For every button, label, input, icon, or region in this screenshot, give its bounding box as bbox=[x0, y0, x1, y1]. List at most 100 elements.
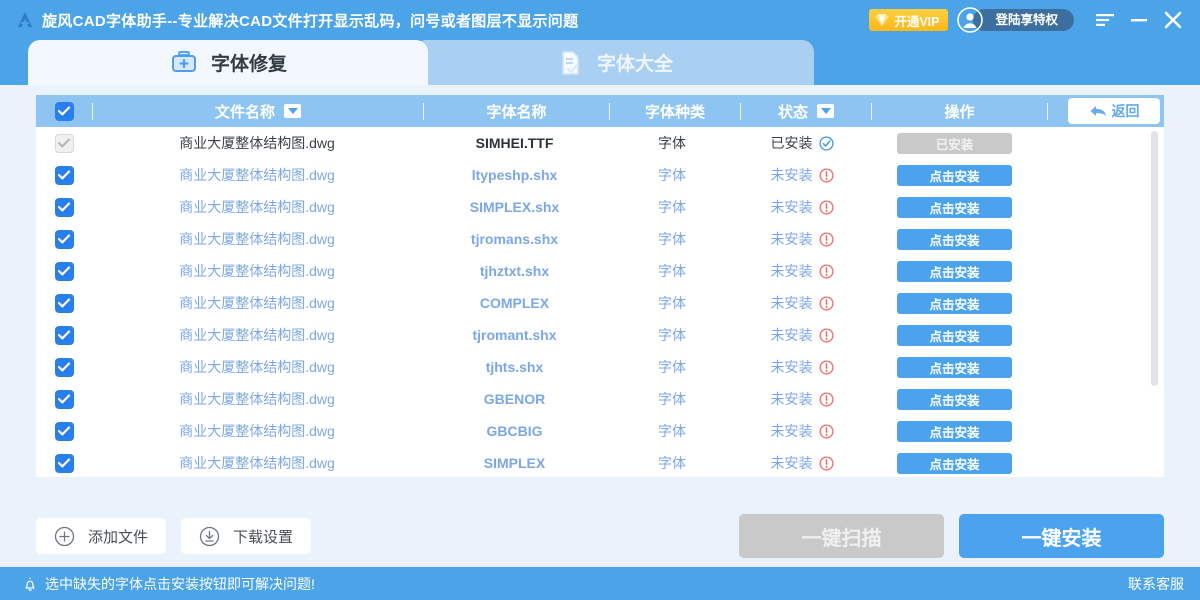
table-row[interactable]: 商业大厦整体结构图.dwg tjromans.shx 字体 未安装 点击安装 bbox=[36, 223, 1164, 255]
tab-bar: 字体修复 字体大全 bbox=[0, 40, 1200, 85]
row-checkbox[interactable] bbox=[54, 229, 74, 249]
column-header-font[interactable]: 字体名称 bbox=[424, 95, 609, 127]
table-row[interactable]: 商业大厦整体结构图.dwg tjhztxt.shx 字体 未安装 点击安装 bbox=[36, 255, 1164, 287]
select-all-checkbox[interactable] bbox=[54, 101, 74, 121]
row-install-button[interactable]: 点击安装 bbox=[897, 388, 1012, 410]
column-header-kind-label: 字体种类 bbox=[644, 103, 705, 121]
table-row[interactable]: 商业大厦整体结构图.dwg tjhts.shx 字体 未安装 点击安装 bbox=[36, 351, 1164, 383]
row-checkbox-cell bbox=[36, 383, 92, 415]
row-font-name: SIMHEI.TTF bbox=[475, 135, 554, 151]
row-status: 已安装 bbox=[737, 127, 867, 159]
close-icon[interactable] bbox=[1156, 5, 1190, 35]
row-font-kind: 字体 bbox=[658, 455, 686, 471]
row-font-name: COMPLEX bbox=[479, 295, 550, 311]
row-font-kind: 字体 bbox=[658, 199, 686, 215]
row-status-label: 未安装 bbox=[770, 327, 813, 343]
row-font-name: tjhts.shx bbox=[485, 359, 544, 375]
table-scrollbar[interactable] bbox=[1151, 131, 1158, 386]
row-install-button[interactable]: 点击安装 bbox=[897, 228, 1012, 250]
back-arrow-icon bbox=[1089, 104, 1107, 118]
add-file-button[interactable]: 添加文件 bbox=[36, 518, 166, 554]
column-header-kind[interactable]: 字体种类 bbox=[610, 95, 740, 127]
row-file-name: 商业大厦整体结构图.dwg bbox=[179, 455, 335, 471]
chevron-down-icon-file[interactable] bbox=[284, 104, 301, 118]
column-header-file[interactable]: 文件名称 bbox=[93, 95, 423, 127]
download-settings-button[interactable]: 下载设置 bbox=[181, 518, 311, 554]
table-row[interactable]: 商业大厦整体结构图.dwg SIMPLEX 字体 未安装 点击安装 bbox=[36, 447, 1164, 477]
row-install-button[interactable]: 点击安装 bbox=[897, 452, 1012, 474]
diamond-icon bbox=[873, 11, 891, 29]
row-font-kind: 字体 bbox=[658, 295, 686, 311]
minimize-icon[interactable] bbox=[1122, 5, 1156, 35]
row-install-button[interactable]: 点击安装 bbox=[897, 324, 1012, 346]
action-bar: 添加文件 下载设置 一键扫描 一键安装 bbox=[0, 505, 1200, 567]
row-checkbox[interactable] bbox=[54, 197, 74, 217]
title-bar: 旋风CAD字体助手--专业解决CAD文件打开显示乱码，问号或者图层不显示问题 开… bbox=[0, 0, 1200, 40]
table-row[interactable]: 商业大厦整体结构图.dwg SIMHEI.TTF 字体 已安装 已安装 bbox=[36, 127, 1164, 159]
row-action-cell: 点击安装 bbox=[867, 223, 1042, 255]
row-checkbox[interactable] bbox=[54, 261, 74, 281]
table-row[interactable]: 商业大厦整体结构图.dwg GBENOR 字体 未安装 点击安装 bbox=[36, 383, 1164, 415]
chevron-down-icon-state[interactable] bbox=[817, 104, 834, 118]
row-status: 未安装 bbox=[737, 415, 867, 447]
app-window: 旋风CAD字体助手--专业解决CAD文件打开显示乱码，问号或者图层不显示问题 开… bbox=[0, 0, 1200, 600]
hamburger-menu-icon[interactable] bbox=[1088, 5, 1122, 35]
row-checkbox[interactable] bbox=[54, 325, 74, 345]
tab-font-library[interactable]: 字体大全 bbox=[414, 40, 814, 85]
row-install-button[interactable]: 点击安装 bbox=[897, 196, 1012, 218]
table-row[interactable]: 商业大厦整体结构图.dwg tjromant.shx 字体 未安装 点击安装 bbox=[36, 319, 1164, 351]
row-checkbox-cell bbox=[36, 415, 92, 447]
header-divider bbox=[1047, 102, 1048, 120]
row-install-button[interactable]: 点击安装 bbox=[897, 164, 1012, 186]
row-font-kind: 字体 bbox=[658, 359, 686, 375]
tab-font-repair[interactable]: 字体修复 bbox=[28, 40, 428, 85]
table-body[interactable]: 商业大厦整体结构图.dwg SIMHEI.TTF 字体 已安装 已安装商业大厦整体结构图… bbox=[36, 127, 1164, 477]
table-row[interactable]: 商业大厦整体结构图.dwg ltypeshp.shx 字体 未安装 点击安装 bbox=[36, 159, 1164, 191]
row-install-button[interactable]: 点击安装 bbox=[897, 420, 1012, 442]
row-checkbox-cell bbox=[36, 159, 92, 191]
column-header-state-label: 状态 bbox=[777, 103, 808, 121]
one-click-scan-button[interactable]: 一键扫描 bbox=[739, 514, 944, 558]
alert-circle-icon bbox=[818, 167, 834, 183]
column-header-action[interactable]: 操作 bbox=[872, 95, 1047, 127]
row-checkbox[interactable] bbox=[54, 389, 74, 409]
alert-circle-icon bbox=[818, 455, 834, 471]
row-install-button[interactable]: 点击安装 bbox=[897, 292, 1012, 314]
account-area[interactable]: 登陆享特权 bbox=[957, 7, 1074, 33]
status-bar: 选中缺失的字体点击安装按钮即可解决问题! 联系客服 bbox=[0, 567, 1200, 600]
bell-icon bbox=[22, 576, 38, 592]
alert-circle-icon bbox=[818, 327, 834, 343]
row-checkbox[interactable] bbox=[54, 293, 74, 313]
row-status-label: 未安装 bbox=[770, 231, 813, 247]
row-action-cell: 点击安装 bbox=[867, 447, 1042, 477]
one-click-install-button[interactable]: 一键安装 bbox=[959, 514, 1164, 558]
login-button[interactable]: 登陆享特权 bbox=[973, 9, 1074, 31]
app-title: 旋风CAD字体助手--专业解决CAD文件打开显示乱码，问号或者图层不显示问题 bbox=[42, 12, 579, 30]
table-row[interactable]: 商业大厦整体结构图.dwg GBCBIG 字体 未安装 点击安装 bbox=[36, 415, 1164, 447]
row-install-button[interactable]: 点击安装 bbox=[897, 356, 1012, 378]
toolbox-plus-icon bbox=[169, 48, 199, 78]
row-checkbox-cell bbox=[36, 127, 92, 159]
row-install-button[interactable]: 点击安装 bbox=[897, 260, 1012, 282]
row-status-label: 未安装 bbox=[770, 167, 813, 183]
row-installed-badge: 已安装 bbox=[897, 132, 1012, 154]
row-checkbox[interactable] bbox=[54, 453, 74, 473]
table-row[interactable]: 商业大厦整体结构图.dwg SIMPLEX.shx 字体 未安装 点击安装 bbox=[36, 191, 1164, 223]
table-row[interactable]: 商业大厦整体结构图.dwg COMPLEX 字体 未安装 点击安装 bbox=[36, 287, 1164, 319]
row-status-label: 已安装 bbox=[770, 135, 813, 151]
row-status-label: 未安装 bbox=[770, 455, 813, 471]
row-checkbox[interactable] bbox=[54, 165, 74, 185]
contact-support-link[interactable]: 联系客服 bbox=[1128, 574, 1184, 594]
column-header-state[interactable]: 状态 bbox=[741, 95, 871, 127]
row-status-label: 未安装 bbox=[770, 263, 813, 279]
row-checkbox[interactable] bbox=[54, 357, 74, 377]
row-status: 未安装 bbox=[737, 287, 867, 319]
check-circle-icon bbox=[818, 135, 834, 151]
row-checkbox[interactable] bbox=[54, 421, 74, 441]
back-button[interactable]: 返回 bbox=[1068, 98, 1160, 124]
select-all-cell bbox=[36, 95, 92, 127]
plus-circle-icon bbox=[54, 526, 75, 547]
open-vip-button[interactable]: 开通VIP bbox=[869, 9, 949, 31]
row-font-name: GBCBIG bbox=[486, 423, 543, 439]
row-status-label: 未安装 bbox=[770, 199, 813, 215]
